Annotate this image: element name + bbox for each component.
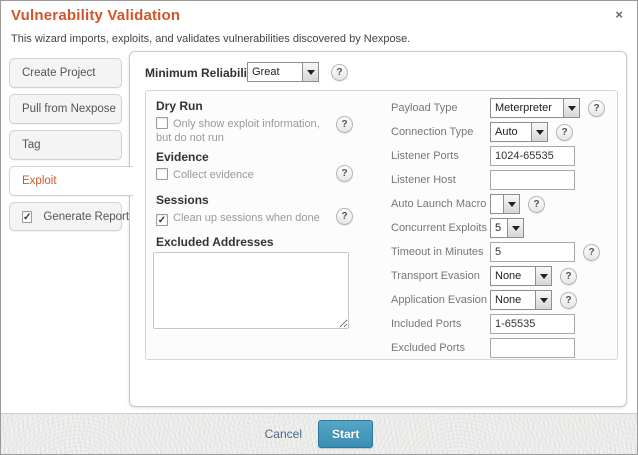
concurrent-exploits-select[interactable]: 5 (490, 218, 524, 238)
chevron-down-icon[interactable] (503, 195, 519, 213)
dry-run-heading: Dry Run (156, 99, 203, 113)
listener-host-label: Listener Host (391, 174, 456, 186)
dry-run-option: Only show exploit information, but do no… (156, 117, 334, 145)
listener-ports-label: Listener Ports (391, 150, 459, 162)
dry-run-checkbox[interactable] (156, 117, 168, 129)
minimum-reliability-label: Minimum Reliability (145, 66, 258, 80)
payload-type-label: Payload Type (391, 102, 458, 114)
auto-launch-macro-row: Auto Launch Macro ? (391, 194, 545, 214)
listener-host-row: Listener Host (391, 170, 575, 190)
concurrent-exploits-label: Concurrent Exploits (391, 222, 487, 234)
excluded-ports-input[interactable] (490, 338, 575, 358)
concurrent-exploits-row: Concurrent Exploits 5 (391, 218, 524, 238)
sessions-option: ✓ Clean up sessions when done (156, 211, 334, 226)
connection-type-label: Connection Type (391, 126, 474, 138)
timeout-in-minutes-row: Timeout in Minutes ? (391, 242, 600, 262)
cancel-button[interactable]: Cancel (265, 427, 302, 441)
connection-type-row: Connection Type Auto ? (391, 122, 573, 142)
help-icon[interactable]: ? (331, 64, 348, 81)
auto-launch-macro-label: Auto Launch Macro (391, 198, 487, 210)
auto-launch-macro-select[interactable] (490, 194, 520, 214)
help-icon[interactable]: ? (336, 116, 353, 133)
help-icon[interactable]: ? (560, 291, 577, 309)
dry-run-checkbox-label: Only show exploit information, but do no… (156, 118, 320, 144)
tab-tag[interactable]: Tag (9, 130, 122, 160)
application-evasion-label: Application Evasion (391, 294, 488, 306)
help-icon[interactable]: ? (556, 123, 573, 141)
cleanup-sessions-checkbox[interactable]: ✓ (156, 214, 168, 226)
help-icon[interactable]: ? (528, 195, 545, 213)
included-ports-label: Included Ports (391, 318, 462, 330)
included-ports-input[interactable] (490, 314, 575, 334)
close-icon[interactable]: × (615, 8, 623, 22)
check-icon: ✓ (157, 215, 167, 226)
vulnerability-validation-dialog: Vulnerability Validation × This wizard i… (0, 0, 638, 455)
transport-evasion-label: Transport Evasion (391, 270, 480, 282)
excluded-ports-row: Excluded Ports (391, 338, 575, 358)
chevron-down-icon[interactable] (507, 219, 523, 237)
evidence-option: Collect evidence (156, 168, 334, 182)
tab-pull-from-nexpose[interactable]: Pull from Nexpose (9, 94, 122, 124)
wizard-footer: Cancel Start (1, 413, 637, 454)
transport-evasion-row: Transport Evasion None ? (391, 266, 577, 286)
chevron-down-icon[interactable] (535, 291, 551, 309)
payload-type-select[interactable]: Meterpreter (490, 98, 580, 118)
excluded-addresses-heading: Excluded Addresses (156, 235, 274, 249)
sessions-heading: Sessions (156, 193, 209, 207)
wizard-description: This wizard imports, exploits, and valid… (11, 33, 411, 45)
chevron-down-icon[interactable] (531, 123, 547, 141)
help-icon[interactable]: ? (583, 243, 600, 261)
generate-report-checkbox[interactable]: ✓ (22, 210, 33, 223)
exploit-settings-panel: Minimum Reliability Great ? Dry Run Only… (129, 51, 627, 407)
check-icon: ✓ (23, 211, 32, 223)
timeout-in-minutes-input[interactable] (490, 242, 575, 262)
listener-ports-input[interactable] (490, 146, 575, 166)
listener-ports-row: Listener Ports (391, 146, 575, 166)
application-evasion-row: Application Evasion None ? (391, 290, 577, 310)
collect-evidence-checkbox-label: Collect evidence (173, 169, 254, 181)
application-evasion-select[interactable]: None (490, 290, 552, 310)
transport-evasion-select[interactable]: None (490, 266, 552, 286)
chevron-down-icon[interactable] (535, 267, 551, 285)
tab-generate-report[interactable]: ✓ Generate Report (9, 202, 129, 231)
start-button[interactable]: Start (318, 420, 374, 448)
chevron-down-icon[interactable] (563, 99, 579, 117)
exploit-options-fieldset: Dry Run Only show exploit information, b… (145, 90, 618, 360)
evidence-heading: Evidence (156, 150, 209, 164)
cleanup-sessions-checkbox-label: Clean up sessions when done (173, 212, 320, 224)
listener-host-input[interactable] (490, 170, 575, 190)
connection-type-select[interactable]: Auto (490, 122, 548, 142)
help-icon[interactable]: ? (588, 99, 605, 117)
tab-generate-report-label: Generate Report (43, 210, 130, 223)
chevron-down-icon[interactable] (302, 63, 318, 81)
excluded-addresses-textarea[interactable] (153, 252, 349, 329)
tab-exploit[interactable]: Exploit (9, 166, 133, 196)
payload-type-row: Payload Type Meterpreter ? (391, 98, 605, 118)
included-ports-row: Included Ports (391, 314, 575, 334)
excluded-ports-label: Excluded Ports (391, 342, 465, 354)
help-icon[interactable]: ? (336, 165, 353, 182)
collect-evidence-checkbox[interactable] (156, 168, 168, 180)
timeout-in-minutes-label: Timeout in Minutes (391, 246, 484, 258)
page-title: Vulnerability Validation (11, 7, 181, 24)
help-icon[interactable]: ? (336, 208, 353, 225)
minimum-reliability-select[interactable]: Great (247, 62, 319, 82)
help-icon[interactable]: ? (560, 267, 577, 285)
tab-create-project[interactable]: Create Project (9, 58, 122, 88)
